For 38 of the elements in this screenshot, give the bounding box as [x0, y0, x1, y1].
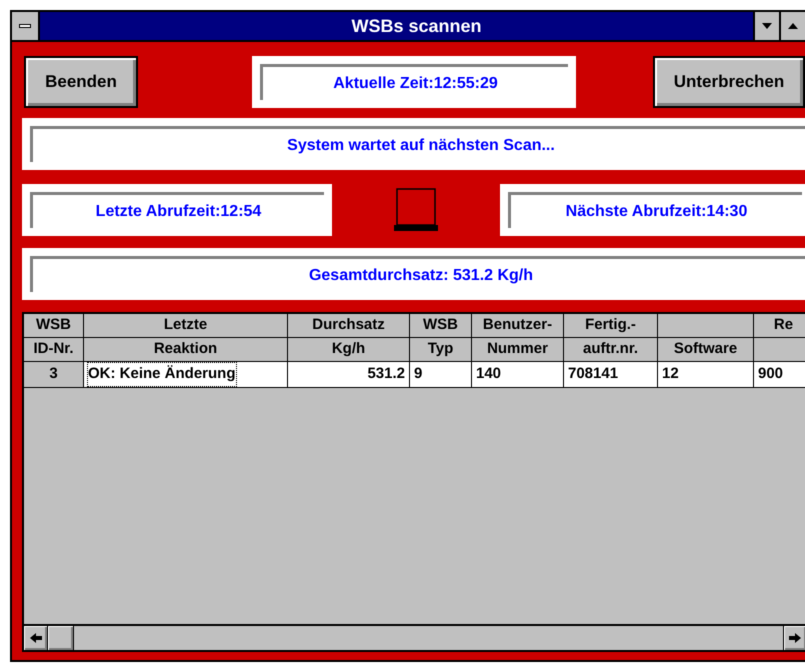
status-message: System wartet auf nächsten Scan...: [30, 126, 805, 162]
column-header[interactable]: Typ: [410, 338, 472, 361]
column-header[interactable]: Kg/h: [288, 338, 410, 361]
right-arrow-icon: [789, 633, 801, 643]
table-cell[interactable]: 3: [48, 362, 59, 387]
scroll-right-button[interactable]: [783, 626, 805, 650]
system-menu-button[interactable]: [12, 12, 40, 40]
column-header[interactable]: Fertig.-: [564, 314, 658, 337]
table-cell[interactable]: 12: [661, 362, 680, 387]
next-poll-time: Nächste Abrufzeit:14:30: [508, 192, 802, 228]
window-title: WSBs scannen: [350, 14, 483, 38]
scanner-icon: [393, 187, 439, 233]
column-header[interactable]: Benutzer-: [472, 314, 564, 337]
table-cell[interactable]: 9: [413, 362, 424, 387]
column-header[interactable]: WSB: [24, 314, 84, 337]
maximize-button[interactable]: [779, 12, 805, 40]
total-throughput: Gesamtdurchsatz: 531.2 Kg/h: [30, 256, 805, 292]
minimize-button[interactable]: [753, 12, 779, 40]
column-header[interactable]: Nummer: [472, 338, 564, 361]
scrollbar-thumb[interactable]: [48, 626, 74, 650]
up-triangle-icon: [787, 22, 799, 30]
column-header[interactable]: Reaktion: [84, 338, 288, 361]
column-header[interactable]: Letzte: [84, 314, 288, 337]
quit-button[interactable]: Beenden: [24, 56, 138, 108]
column-header[interactable]: Re: [754, 314, 805, 337]
column-header[interactable]: Durchsatz: [288, 314, 410, 337]
last-poll-time: Letzte Abrufzeit:12:54: [30, 192, 324, 228]
column-header[interactable]: Software: [658, 338, 754, 361]
column-header[interactable]: WSB: [410, 314, 472, 337]
horizontal-scrollbar[interactable]: [24, 624, 805, 650]
left-arrow-icon: [30, 633, 42, 643]
down-triangle-icon: [761, 22, 773, 30]
scroll-left-button[interactable]: [24, 626, 48, 650]
pause-button[interactable]: Unterbrechen: [653, 56, 805, 108]
current-time-display: Aktuelle Zeit:12:55:29: [260, 64, 568, 100]
column-header[interactable]: ID-Nr.: [24, 338, 84, 361]
table-cell[interactable]: OK: Keine Änderung: [87, 362, 237, 387]
column-header[interactable]: auftr.nr.: [564, 338, 658, 361]
